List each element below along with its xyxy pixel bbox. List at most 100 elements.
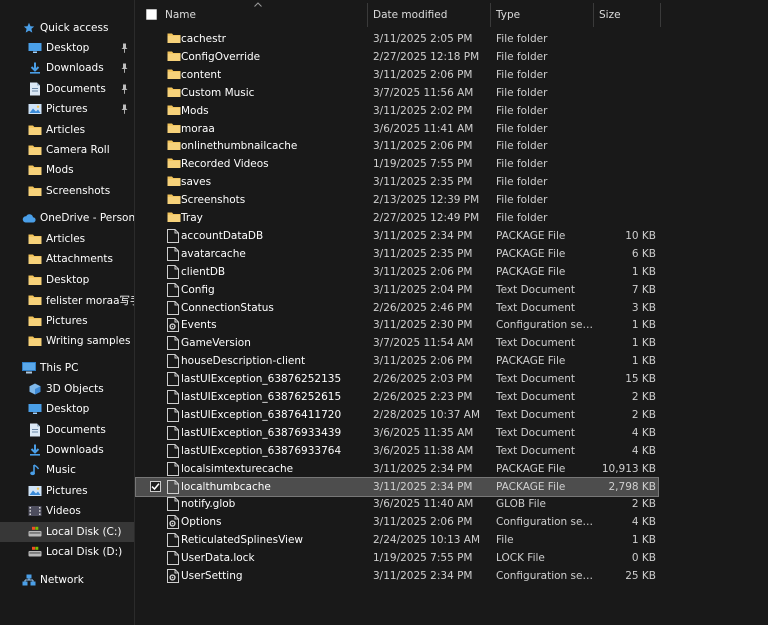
file-row[interactable]: notify.glob 3/6/2025 11:40 AM GLOB File 2 K… [136,495,658,513]
file-row[interactable]: Options 3/11/2025 2:06 PM Configuration se… [136,513,658,531]
sidebar-item[interactable]: Local Disk (D:) [0,542,134,562]
sidebar-item[interactable]: Quick access [0,18,134,38]
sidebar-item[interactable]: 3D Objects [0,379,134,399]
folder-icon [167,86,181,100]
config-file-icon [167,515,179,530]
sidebar-item[interactable]: Writing samples [0,331,134,351]
sidebar-item[interactable]: Articles [0,229,134,249]
file-date-modified: 3/11/2025 2:06 PM [373,355,473,368]
file-row[interactable]: lastUIException_63876933764 3/6/2025 11:3… [136,442,658,460]
sidebar-item[interactable]: Documents [0,79,134,99]
file-row[interactable]: Recorded Videos 1/19/2025 7:55 PM File fol… [136,155,658,173]
sidebar-item[interactable]: Desktop [0,270,134,290]
file-row[interactable]: GameVersion 3/7/2025 11:54 AM Text Documen… [136,334,658,352]
navigation-pane[interactable]: Quick access Desktop Downloads Documents Pic… [0,0,135,625]
sidebar-item[interactable]: Screenshots [0,181,134,201]
file-icon [167,354,179,369]
sidebar-item[interactable]: felister moraa写手邦 [0,290,134,310]
file-name: notify.glob [181,498,236,511]
select-all-checkbox[interactable] [146,9,157,20]
file-row[interactable]: ReticulatedSplinesView 2/24/2025 10:13 AM… [136,531,658,549]
file-row[interactable]: clientDB 3/11/2025 2:06 PM PACKAGE File 1 K… [136,263,658,281]
file-name: content [181,68,222,81]
file-type: Configuration sett... [496,319,594,332]
file-size: 1 KB [631,355,656,368]
file-row[interactable]: Config 3/11/2025 2:04 PM Text Document 7 KB [136,281,658,299]
sidebar-item-label: 3D Objects [46,383,104,395]
sidebar-item[interactable]: Mods [0,160,134,180]
sidebar-item[interactable]: Desktop [0,399,134,419]
file-row[interactable]: moraa 3/6/2025 11:41 AM File folder [136,120,658,138]
sidebar-item[interactable]: Articles [0,120,134,140]
file-row[interactable]: Screenshots 2/13/2025 12:39 PM File folder [136,191,658,209]
sidebar-item[interactable]: This PC [0,358,134,378]
folder-icon [28,184,42,198]
file-row[interactable]: onlinethumbnailcache 3/11/2025 2:06 PM Fil… [136,137,658,155]
file-row[interactable]: avatarcache 3/11/2025 2:35 PM PACKAGE File… [136,245,658,263]
file-row[interactable]: ConfigOverride 2/27/2025 12:18 PM File fol… [136,48,658,66]
file-row[interactable]: Tray 2/27/2025 12:49 PM File folder [136,209,658,227]
file-row[interactable]: Events 3/11/2025 2:30 PM Configuration set… [136,316,658,334]
pin-icon [120,63,129,73]
file-type: File folder [496,68,548,81]
file-row[interactable]: Custom Music 3/7/2025 11:56 AM File folder [136,84,658,102]
sidebar-item[interactable]: Pictures [0,99,134,119]
sidebar-item[interactable]: Videos [0,501,134,521]
sidebar-item[interactable]: Music [0,460,134,480]
file-size: 4 KB [631,444,656,457]
file-row[interactable]: accountDataDB 3/11/2025 2:34 PM PACKAGE Fi… [136,227,658,245]
file-icon [167,407,179,422]
file-date-modified: 3/11/2025 2:34 PM [373,480,473,493]
file-date-modified: 3/11/2025 2:06 PM [373,516,473,529]
sidebar-item[interactable]: Network [0,570,134,590]
column-header-size[interactable]: Size [594,5,660,25]
column-header-type[interactable]: Type [491,5,591,25]
file-date-modified: 3/7/2025 11:54 AM [373,337,474,350]
file-date-modified: 2/28/2025 10:37 AM [373,408,481,421]
file-row[interactable]: localthumbcache 3/11/2025 2:34 PM PACKAGE … [135,476,659,497]
file-row[interactable]: lastUIException_63876933439 3/6/2025 11:3… [136,424,658,442]
column-header-name[interactable]: Name [160,5,365,25]
file-date-modified: 3/11/2025 2:35 PM [373,247,473,260]
file-icon [167,497,179,512]
folder-icon [28,232,42,246]
file-size: 2,798 KB [608,480,657,493]
file-date-modified: 2/13/2025 12:39 PM [373,194,480,207]
file-row[interactable]: cachestr 3/11/2025 2:05 PM File folder [136,30,658,48]
sidebar-item[interactable]: Pictures [0,311,134,331]
file-row[interactable]: UserSetting 3/11/2025 2:34 PM Configuratio… [136,567,658,585]
row-checkbox[interactable] [150,480,161,492]
sidebar-item[interactable]: Attachments [0,249,134,269]
file-row[interactable]: content 3/11/2025 2:06 PM File folder [136,66,658,84]
file-row[interactable]: UserData.lock 1/19/2025 7:55 PM LOCK File 0… [136,549,658,567]
sidebar-item[interactable]: OneDrive - Personal [0,208,134,228]
file-row[interactable]: Mods 3/11/2025 2:02 PM File folder [136,102,658,120]
file-row[interactable]: lastUIException_63876252135 2/26/2025 2:0… [136,370,658,388]
sidebar-item[interactable]: Pictures [0,481,134,501]
sidebar-item[interactable]: Camera Roll [0,140,134,160]
file-name: lastUIException_63876933439 [181,426,342,439]
file-date-modified: 3/11/2025 2:34 PM [373,462,473,475]
sidebar-item[interactable]: Local Disk (C:) [0,522,134,542]
drive-icon [28,525,42,539]
file-name: saves [181,176,212,189]
download-icon [28,61,42,75]
column-header-bar: Name Date modified Type Size [136,0,768,30]
file-row[interactable]: saves 3/11/2025 2:35 PM File folder [136,173,658,191]
file-icon [167,264,179,279]
column-divider[interactable] [660,3,661,27]
file-row[interactable]: ConnectionStatus 2/26/2025 2:46 PM Text Do… [136,299,658,317]
file-row[interactable]: houseDescription-client 3/11/2025 2:06 PM… [136,352,658,370]
file-type: File folder [496,86,548,99]
file-row[interactable]: localsimtexturecache 3/11/2025 2:34 PM PAC… [136,460,658,478]
sidebar-item[interactable]: Documents [0,420,134,440]
sidebar-item[interactable]: Desktop [0,38,134,58]
file-row[interactable]: lastUIException_63876252615 2/26/2025 2:2… [136,388,658,406]
sidebar-item[interactable]: Downloads [0,58,134,78]
file-date-modified: 3/6/2025 11:35 AM [373,426,474,439]
file-row[interactable]: lastUIException_63876411720 2/28/2025 10:… [136,406,658,424]
sidebar-item-label: Desktop [46,42,90,54]
file-name: Events [181,319,217,332]
sidebar-item[interactable]: Downloads [0,440,134,460]
column-header-date[interactable]: Date modified [368,5,488,25]
